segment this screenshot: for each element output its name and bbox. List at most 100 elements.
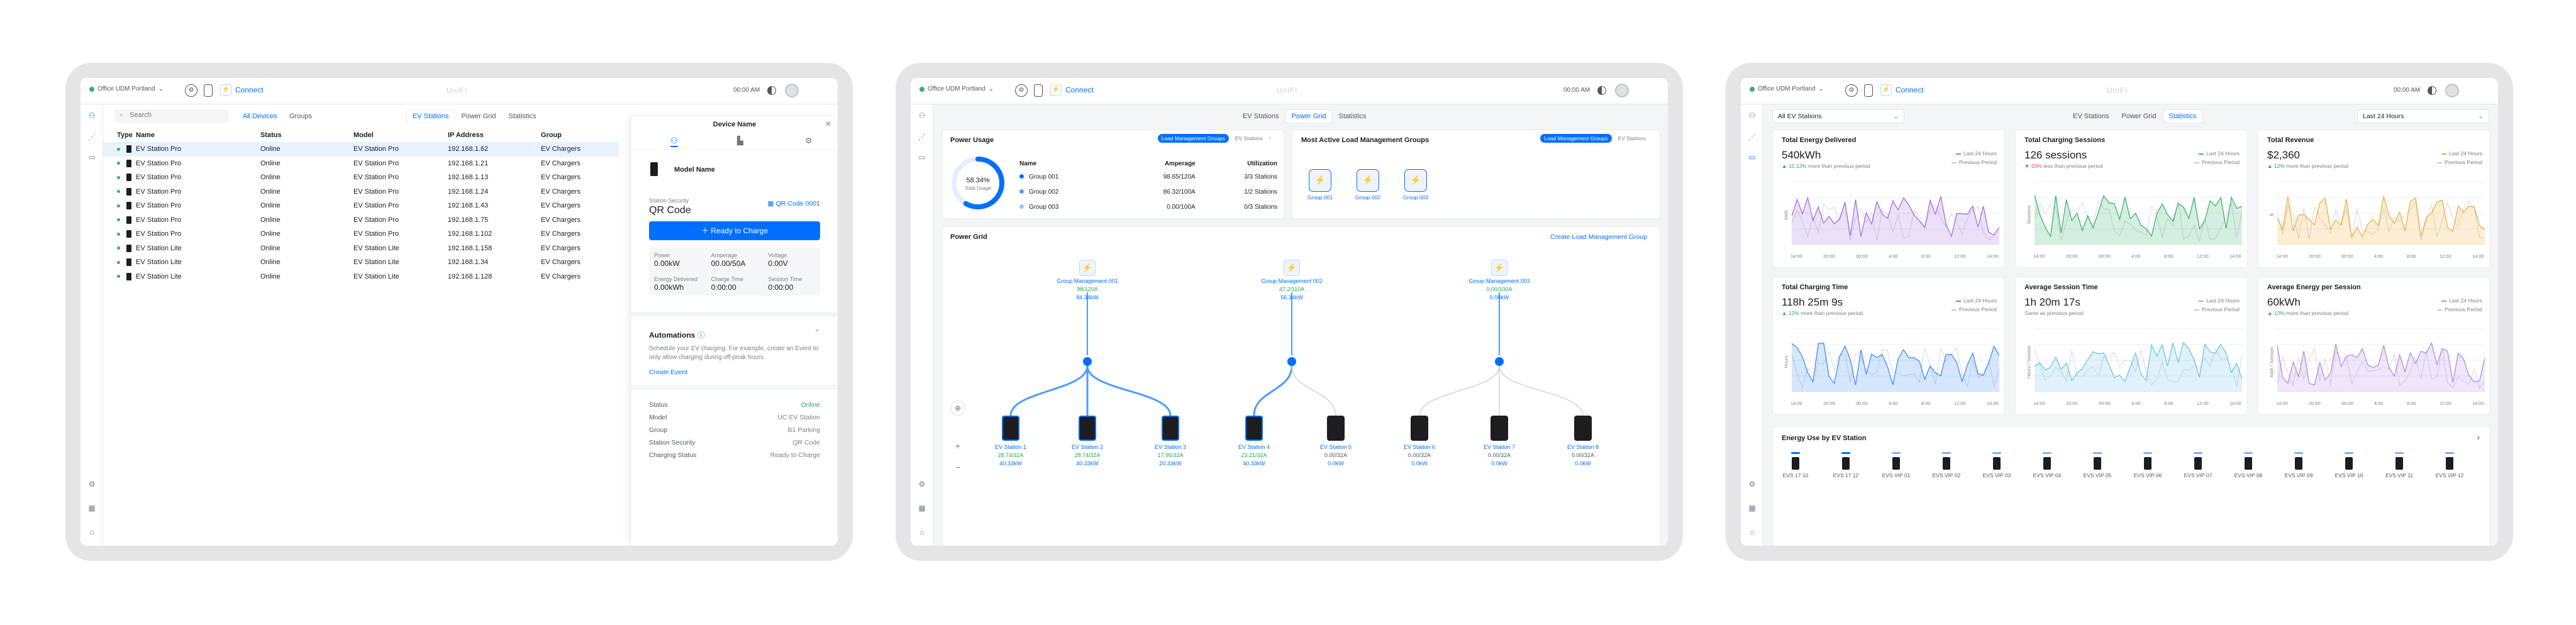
station-node[interactable]: EV Station 8 0.00/32A 0.0kW (1555, 416, 1611, 467)
search-box[interactable]: ⌕ (114, 109, 229, 123)
tab-statistics[interactable]: Statistics (1333, 110, 1372, 123)
media-icon[interactable]: ▭ (917, 152, 927, 162)
energy-station[interactable]: EVS VIP 07 (2179, 452, 2217, 478)
col-name[interactable]: Name (136, 128, 260, 142)
gear-icon[interactable]: ⚙ (1747, 479, 1757, 489)
tab-power-grid[interactable]: Power Grid (455, 110, 501, 123)
chart-tab-icon[interactable]: ▙ (737, 136, 743, 146)
junction-node[interactable] (1287, 357, 1296, 366)
group-node[interactable]: ⚡ Group Management 002 47.2/110A 56.34kW (1257, 260, 1326, 301)
tab-power-grid[interactable]: Power Grid (2116, 110, 2162, 123)
table-row[interactable]: EV Station Lite Online EV Station Lite 192.… (103, 241, 619, 256)
active-group[interactable]: ⚡ Group 003 (1397, 169, 1435, 201)
devices-icon[interactable]: ⚇ (87, 111, 97, 121)
avatar[interactable] (1615, 84, 1629, 97)
topology-icon[interactable]: ⋰ (87, 132, 97, 142)
avatar[interactable] (785, 84, 799, 97)
device-icon[interactable] (204, 84, 213, 97)
settings-icon[interactable]: ⚙ (1015, 84, 1028, 97)
table-row[interactable]: EV Station Pro Online EV Station Pro 192.16… (103, 199, 619, 213)
energy-station[interactable]: EVS VIP 12 (2431, 452, 2468, 478)
col-ip[interactable]: IP Address (448, 128, 541, 142)
energy-station[interactable]: EVS VIP 08 (2229, 452, 2267, 478)
device-icon[interactable] (1864, 84, 1873, 97)
home-icon[interactable]: ⌂ (1747, 527, 1757, 537)
filter-groups[interactable]: Groups (289, 113, 312, 120)
filter-all-devices[interactable]: All Devices (243, 113, 277, 120)
tab-ev-stations[interactable]: EV Stations (2067, 110, 2114, 123)
chevron-right-icon[interactable]: › (1269, 134, 1271, 143)
station-node[interactable]: EV Station 3 17.95/32A 20.33kW (1142, 416, 1199, 467)
app-switcher[interactable]: ⚡ Connect (220, 84, 264, 96)
settings-icon[interactable]: ⚙ (185, 84, 197, 97)
station-node[interactable]: EV Station 5 0.00/32A 0.0kW (1307, 416, 1364, 467)
console-selector[interactable]: Office UDM Portland ⌄ (1750, 86, 1824, 92)
theme-toggle-icon[interactable] (1597, 86, 1606, 95)
calendar-icon[interactable]: ▦ (87, 503, 97, 513)
tab-statistics[interactable]: Statistics (2163, 110, 2202, 123)
settings-icon[interactable]: ⚙ (1845, 84, 1858, 97)
calendar-icon[interactable]: ▦ (917, 503, 927, 513)
energy-station[interactable]: EVS VIP 06 (2129, 452, 2167, 478)
tab-power-grid[interactable]: Power Grid (1285, 110, 1332, 123)
tab-statistics[interactable]: Statistics (503, 110, 542, 123)
table-row[interactable]: EV Station Lite Online EV Station Lite 192.… (103, 255, 619, 270)
energy-station[interactable]: EVS VIP 09 (2280, 452, 2318, 478)
active-group[interactable]: ⚡ Group 002 (1349, 169, 1387, 201)
app-switcher[interactable]: ⚡ Connect (1050, 84, 1094, 96)
energy-station[interactable]: EVS VIP 02 (1928, 452, 1965, 478)
energy-station[interactable]: EVS VIP 05 (2079, 452, 2116, 478)
close-icon[interactable]: ✕ (825, 119, 831, 128)
table-row[interactable]: EV Station Pro Online EV Station Pro 192.16… (103, 185, 619, 199)
gear-icon[interactable]: ⚙ (917, 479, 927, 489)
console-selector[interactable]: Office UDM Portland ⌄ (919, 86, 994, 92)
toggle-stations[interactable]: EV Stations (1231, 134, 1267, 143)
gear-icon[interactable]: ⚙ (87, 479, 97, 489)
zoom-out-icon[interactable]: − (950, 462, 965, 477)
table-row[interactable]: EV Station Pro Online EV Station Pro 192.16… (103, 213, 619, 228)
energy-station[interactable]: EVS 17 12 (1827, 452, 1865, 478)
theme-toggle-icon[interactable] (767, 86, 776, 95)
ready-to-charge-button[interactable]: ＋ Ready to Charge (649, 221, 820, 240)
col-type[interactable]: Type (103, 128, 136, 142)
zoom-in-icon[interactable]: + (950, 441, 965, 456)
devices-icon[interactable]: ⚇ (1747, 111, 1757, 121)
overview-tab-icon[interactable]: ⚇ (670, 136, 678, 147)
home-icon[interactable]: ⌂ (917, 527, 927, 537)
energy-station[interactable]: EVS VIP 01 (1877, 452, 1915, 478)
info-icon[interactable]: ⓘ (697, 331, 705, 340)
tab-ev-stations[interactable]: EV Stations (1237, 110, 1284, 123)
active-group[interactable]: ⚡ Group 001 (1301, 169, 1339, 201)
console-selector[interactable]: Office UDM Portland ⌄ (89, 86, 164, 92)
energy-station[interactable]: EVS 17 10 (1777, 452, 1814, 478)
recenter-icon[interactable]: ⊕ (950, 401, 965, 416)
table-row[interactable]: EV Station Pro Online EV Station Pro 192.16… (103, 227, 619, 241)
group-node[interactable]: ⚡ Group Management 003 0.00/100A 0.00kW (1465, 260, 1534, 301)
topology-icon[interactable]: ⋰ (917, 132, 927, 142)
qr-code-link[interactable]: ▦ QR-Code 0001 (768, 200, 820, 207)
table-row[interactable]: EV Station Pro Online EV Station Pro 192.16… (103, 157, 619, 171)
energy-station[interactable]: EVS VIP 10 (2330, 452, 2368, 478)
col-status[interactable]: Status (260, 128, 353, 142)
chevron-up-icon[interactable]: ⌃ (814, 328, 820, 336)
table-row[interactable]: EV Station Pro Online EV Station Pro 192.16… (103, 170, 619, 185)
station-filter-dropdown[interactable]: All EV Stations ⌄ (1772, 109, 1904, 123)
station-node[interactable]: EV Station 2 28.74/32A 40.33kW (1059, 416, 1116, 467)
topology-icon[interactable]: ⋰ (1747, 132, 1757, 142)
table-row[interactable]: EV Station Pro Online EV Station Pro 192.16… (103, 142, 619, 157)
calendar-icon[interactable]: ▦ (1747, 503, 1757, 513)
home-icon[interactable]: ⌂ (87, 527, 97, 537)
station-node[interactable]: EV Station 4 23.21/32A 40.33kW (1226, 416, 1282, 467)
toggle-groups[interactable]: Load Management Groups (1157, 134, 1229, 143)
junction-node[interactable] (1083, 357, 1092, 366)
energy-station[interactable]: EVS VIP 03 (1978, 452, 2016, 478)
col-group[interactable]: Group (541, 128, 619, 142)
station-node[interactable]: EV Station 7 0.00/32A 0.0kW (1471, 416, 1528, 467)
time-range-dropdown[interactable]: Last 24 Hours ⌄ (2357, 109, 2489, 123)
devices-icon[interactable]: ⚇ (917, 111, 927, 121)
device-icon[interactable] (1034, 84, 1043, 97)
junction-node[interactable] (1495, 357, 1504, 366)
app-switcher[interactable]: ⚡ Connect (1880, 84, 1924, 96)
chevron-right-icon[interactable]: › (2477, 432, 2480, 442)
search-input[interactable] (130, 111, 224, 119)
